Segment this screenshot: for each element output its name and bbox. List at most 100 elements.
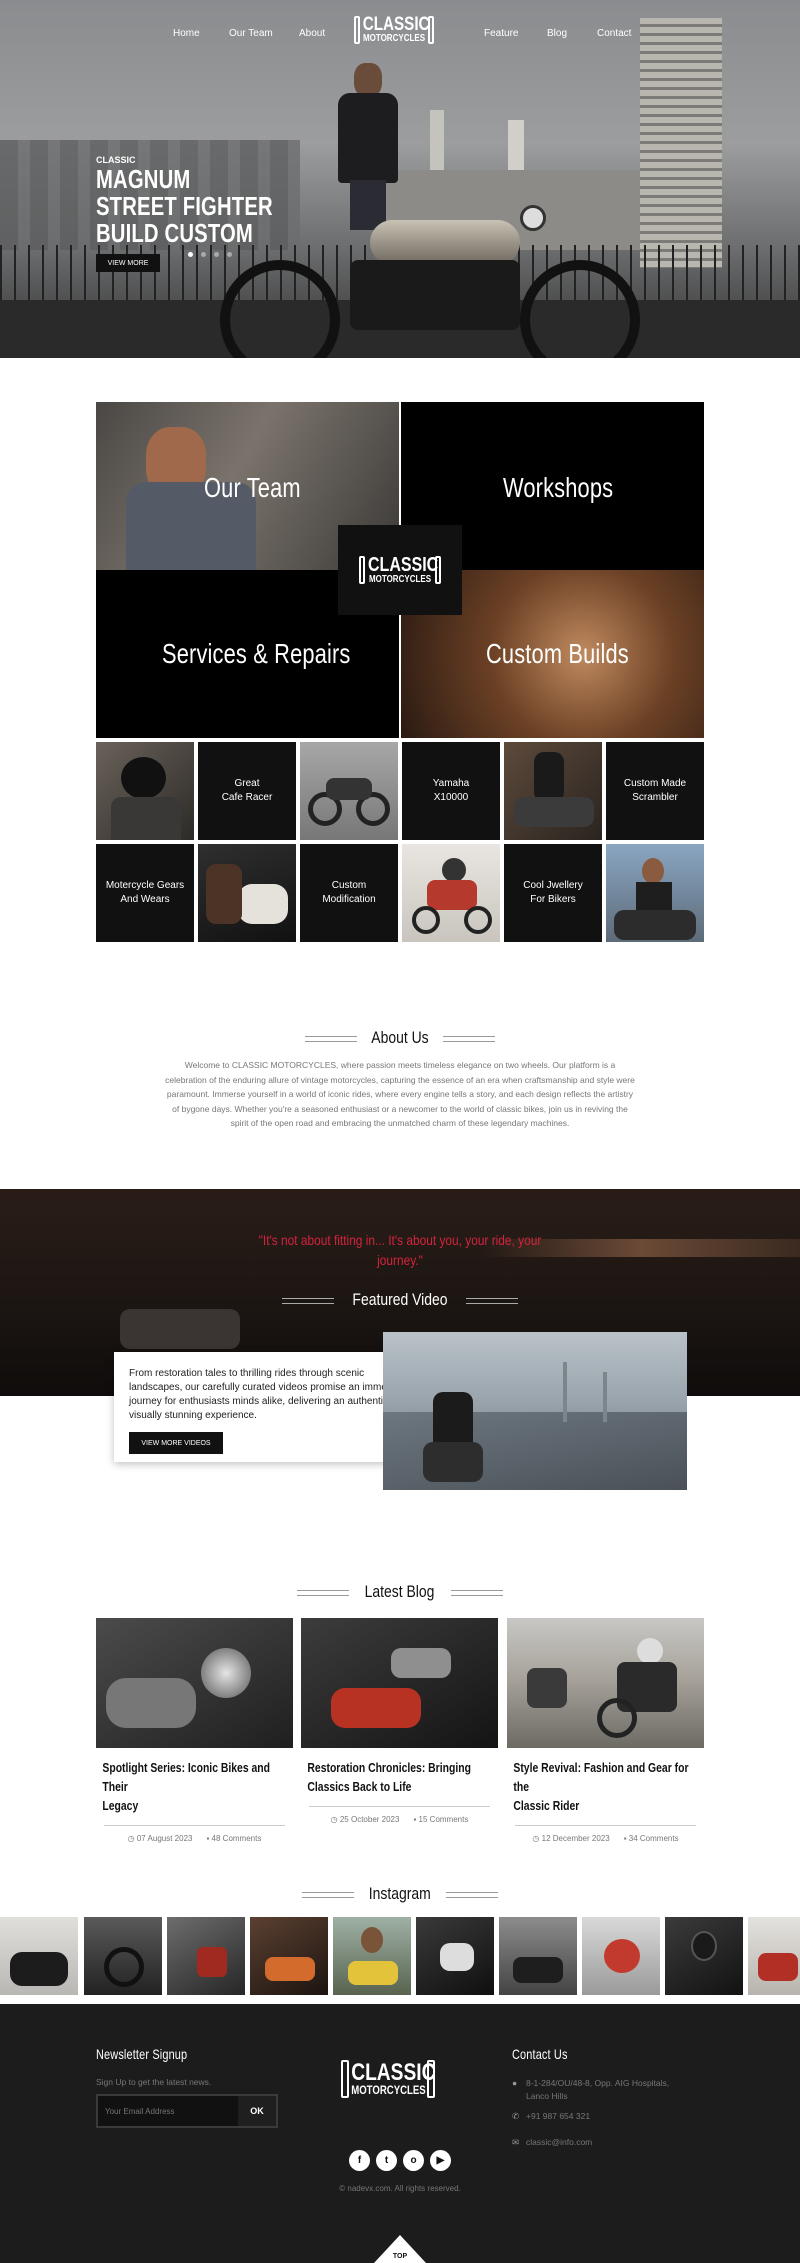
comment-icon: ▪: [623, 1834, 627, 1843]
instagram-photo[interactable]: [250, 1917, 328, 1995]
blog-date-text: 12 December 2023: [541, 1834, 610, 1843]
blog-post-title[interactable]: Restoration Chronicles: Bringing Classic…: [301, 1758, 493, 1796]
blog-image[interactable]: [301, 1618, 498, 1748]
thumb-motocross-rider[interactable]: [402, 844, 500, 942]
thumb-woman-on-bike[interactable]: [606, 844, 704, 942]
yamaha-l2: X10000: [433, 792, 469, 803]
nav-feature[interactable]: Feature: [484, 28, 518, 39]
services-label: Services & Repairs: [162, 638, 351, 669]
slider-dot[interactable]: [188, 252, 193, 257]
view-more-videos-button[interactable]: VIEW MORE VIDEOS: [129, 1432, 223, 1454]
facebook-icon[interactable]: f: [349, 2150, 370, 2171]
instagram-heading: Instagram: [0, 1884, 800, 1904]
instagram-photo[interactable]: [167, 1917, 245, 1995]
slider-dot[interactable]: [227, 252, 232, 257]
great-cafe-l1: Great: [234, 778, 260, 789]
instagram-icon[interactable]: o: [403, 2150, 424, 2171]
contact-phone: ✆ +91 987 654 321: [512, 2111, 590, 2122]
view-more-button[interactable]: VIEW MORE: [96, 254, 160, 272]
footer-logo[interactable]: CLASSIC MOTORCYCLES: [341, 2060, 435, 2098]
blog-heading: Latest Blog: [0, 1582, 800, 1602]
tile-custom-modification[interactable]: Custom Modification: [300, 844, 398, 942]
blog-title: Latest Blog: [365, 1582, 435, 1601]
tower-building: [640, 18, 722, 268]
blog-post-title[interactable]: Style Revival: Fashion and Gear for the …: [507, 1758, 699, 1815]
divider-lines: [282, 1297, 335, 1304]
tile-cool-jewellery[interactable]: Cool Jwellery For Bikers: [504, 844, 602, 942]
instagram-photo[interactable]: [84, 1917, 162, 1995]
thumb-cafe-racer-bike[interactable]: [300, 742, 398, 840]
instagram-photo[interactable]: [582, 1917, 660, 1995]
custom-builds-label: Custom Builds: [486, 638, 629, 669]
video-thumbnail[interactable]: [383, 1332, 687, 1490]
slider-dots[interactable]: [188, 252, 232, 257]
logo-bottom-text: MOTORCYCLES: [362, 33, 426, 45]
contact-email: ✉ classic@info.com: [512, 2137, 592, 2148]
back-to-top-button[interactable]: TOP: [374, 2235, 426, 2263]
center-logo-bottom: MOTORCYCLES: [368, 573, 432, 585]
tile-yamaha-x10000[interactable]: Yamaha X10000: [402, 742, 500, 840]
divider-lines: [305, 1035, 358, 1042]
piston-icon: [341, 2060, 349, 2098]
twitter-icon[interactable]: t: [376, 2150, 397, 2171]
instagram-photo[interactable]: [333, 1917, 411, 1995]
tile-motorcycle-gears[interactable]: Motercycle Gears And Wears: [96, 844, 194, 942]
instagram-photo[interactable]: [0, 1917, 78, 1995]
youtube-icon[interactable]: ▶: [430, 2150, 451, 2171]
instagram-photo[interactable]: [665, 1917, 743, 1995]
thumb-mechanic-hands[interactable]: [198, 844, 296, 942]
blog-card[interactable]: Spotlight Series: Iconic Bikes and Their…: [96, 1618, 293, 1843]
newsletter-form: OK: [96, 2094, 278, 2128]
blog-date-text: 07 August 2023: [136, 1834, 193, 1843]
scrambler-l2: Scrambler: [632, 792, 678, 803]
slider-dot[interactable]: [214, 252, 219, 257]
site-logo[interactable]: CLASSIC MOTORCYCLES: [354, 15, 434, 45]
instagram-photo[interactable]: [748, 1917, 800, 1995]
email-input[interactable]: [98, 2096, 238, 2126]
divider-lines: [450, 1589, 503, 1596]
workshops-label: Workshops: [503, 472, 614, 503]
newsletter-title: Newsletter Signup: [96, 2046, 188, 2062]
subscribe-ok-button[interactable]: OK: [238, 2096, 276, 2126]
social-icons: f t o ▶: [342, 2150, 458, 2171]
email-text[interactable]: classic@info.com: [526, 2137, 592, 2147]
blog-title-l2: Legacy: [102, 1798, 139, 1813]
thumb-helmet-rider[interactable]: [96, 742, 194, 840]
comment-icon: ▪: [413, 1815, 417, 1824]
location-icon: ●: [512, 2078, 518, 2088]
great-cafe-l2: Cafe Racer: [221, 792, 273, 803]
nav-home[interactable]: Home: [173, 28, 200, 39]
blog-comments-text: 34 Comments: [628, 1834, 679, 1843]
blog-image[interactable]: [507, 1618, 704, 1748]
gears-l2: And Wears: [120, 894, 170, 905]
yamaha-l1: Yamaha: [432, 778, 470, 789]
clock-icon: ◷: [330, 1815, 338, 1824]
nav-about[interactable]: About: [299, 28, 325, 39]
our-team-label: Our Team: [204, 472, 301, 503]
blog-comments: ▪ 34 Comments: [624, 1834, 679, 1843]
blog-post-title[interactable]: Spotlight Series: Iconic Bikes and Their…: [96, 1758, 288, 1815]
gears-l1: Motercycle Gears: [105, 880, 185, 891]
copyright: © nadevx.com. All rights reserved.: [339, 2184, 461, 2193]
blog-card[interactable]: Restoration Chronicles: Bringing Classic…: [301, 1618, 498, 1824]
featured-video-title: Featured Video: [352, 1290, 448, 1309]
scrambler-l1: Custom Made: [623, 778, 687, 789]
phone-text[interactable]: +91 987 654 321: [526, 2111, 590, 2121]
nav-our-team[interactable]: Our Team: [229, 28, 273, 39]
slider-dot[interactable]: [201, 252, 206, 257]
instagram-photo[interactable]: [416, 1917, 494, 1995]
nav-contact[interactable]: Contact: [597, 28, 631, 39]
nav-blog[interactable]: Blog: [547, 28, 567, 39]
tile-great-cafe-racer[interactable]: Great Cafe Racer: [198, 742, 296, 840]
hero-title-line-3: BUILD CUSTOM: [96, 218, 253, 248]
blog-title-l1: Restoration Chronicles: Bringing: [307, 1760, 471, 1775]
comment-icon: ▪: [206, 1834, 210, 1843]
video-quote-line-1: "It's not about fitting in... It's about…: [258, 1232, 542, 1248]
blog-card[interactable]: Style Revival: Fashion and Gear for the …: [507, 1618, 704, 1843]
back-to-top-label: TOP: [392, 2253, 408, 2260]
tile-custom-scrambler[interactable]: Custom Made Scrambler: [606, 742, 704, 840]
blog-meta: ◷ 07 August 2023 ▪ 48 Comments: [104, 1825, 285, 1843]
thumb-scrambler-rider[interactable]: [504, 742, 602, 840]
instagram-photo[interactable]: [499, 1917, 577, 1995]
blog-image[interactable]: [96, 1618, 293, 1748]
